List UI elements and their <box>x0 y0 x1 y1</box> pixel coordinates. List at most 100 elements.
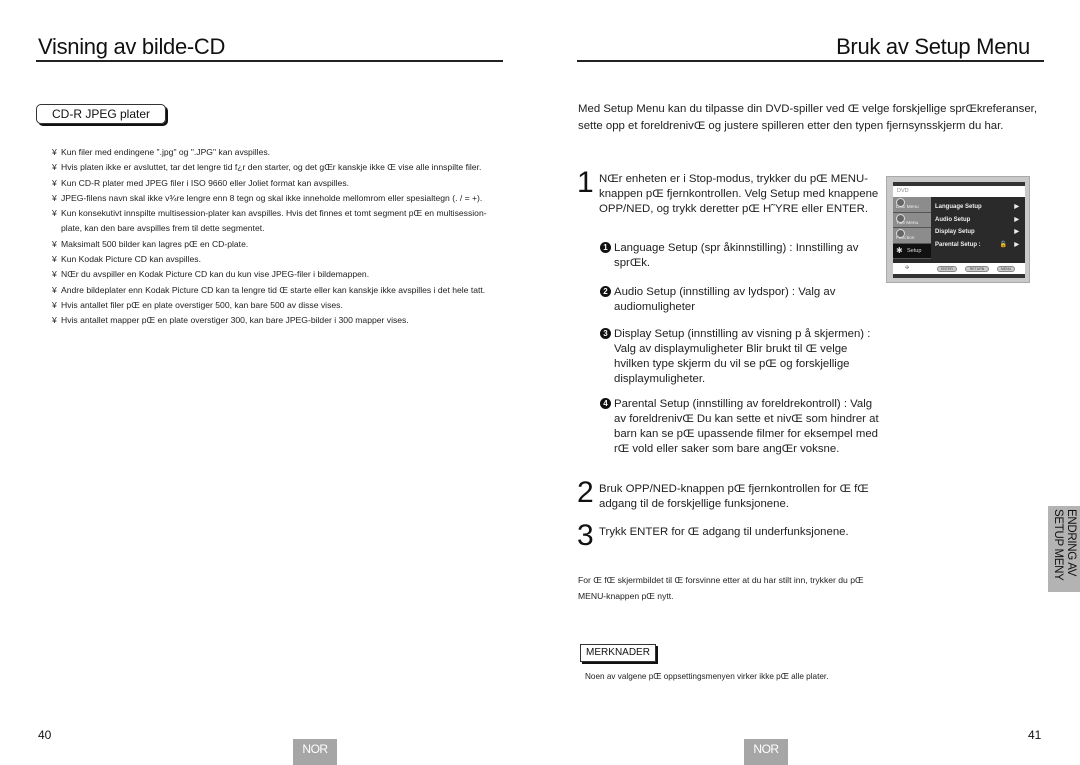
disc-icon <box>896 198 905 207</box>
bullet-marker: ¥ <box>52 192 57 203</box>
sub-item-language-setup: 1 Language Setup (spr åkinnstilling) : I… <box>600 241 880 271</box>
osd-sidebar-item-function: Function <box>893 228 931 244</box>
number-circle-icon: 4 <box>600 398 611 409</box>
osd-sidebar: Disc Menu Title Menu Function ✱ Setup <box>893 197 931 263</box>
step-text: Bruk OPP/NED-knappen pŒ fjernkontrollen … <box>599 483 869 510</box>
jpeg-notes-list: ¥ Kun filer med endingene ".jpg" og ".JPG… <box>52 145 502 329</box>
sub-item-text: Parental Setup (innstilling av foreldrek… <box>614 398 879 455</box>
sub-item-audio-setup: 2 Audio Setup (innstilling av lydspor) :… <box>600 285 880 315</box>
setup-menu-screenshot: DVD Disc Menu Title Menu Function ✱ Setup… <box>886 176 1030 283</box>
list-item: ¥ Kun filer med endingene ".jpg" og ".JPG… <box>52 145 502 160</box>
list-item: ¥ Maksimalt 500 bilder kan lagres pŒ en C… <box>52 237 502 252</box>
osd-menu-label: Language Setup <box>935 204 982 210</box>
list-item-text: Hvis platen ikke er avsluttet, tar det l… <box>61 162 482 173</box>
language-badge-right: NOR <box>744 739 788 765</box>
osd-top-bar <box>893 182 1025 186</box>
osd-menu-label: Parental Setup : <box>935 241 981 248</box>
list-item-text: Maksimalt 500 bilder kan lagres pŒ en CD… <box>61 238 249 249</box>
arrow-right-icon: ▶ <box>1014 229 1019 235</box>
list-item: ¥ Hvis antallet mapper pŒ en plate overst… <box>52 313 502 328</box>
list-item: ¥ Kun konsekutivt innspilte multisession-… <box>52 206 502 237</box>
osd-sidebar-item-disc-menu: Disc Menu <box>893 197 931 213</box>
sub-item-text: Language Setup (spr åkinnstilling) : Inn… <box>614 242 859 269</box>
menu-exit-note: For Œ fŒ skjermbildet til Œ forsvinne et… <box>578 575 864 601</box>
gear-icon: ✱ <box>896 245 903 255</box>
osd-enter-button: ENTER <box>937 266 957 272</box>
right-title-rule <box>577 60 1044 62</box>
left-title-rule <box>36 60 503 62</box>
osd-menu-item: Language Setup ▶ <box>935 201 1023 214</box>
osd-footer-bar <box>893 274 1025 278</box>
arrow-right-icon: ▶ <box>1014 216 1019 223</box>
list-item-text: Kun konsekutivt innspilte multisession-p… <box>61 208 487 234</box>
list-item: ¥ JPEG-filens navn skal ikke v¾re lengre … <box>52 191 502 206</box>
step-text: Trykk ENTER for Œ adgang til underfunksj… <box>599 526 849 538</box>
bullet-marker: ¥ <box>52 269 57 280</box>
number-circle-icon: 2 <box>600 286 611 297</box>
list-item: ¥ Kun Kodak Picture CD kan avspilles. <box>52 252 502 267</box>
list-item-text: Hvis antallet filer pŒ en plate overstig… <box>61 299 343 310</box>
osd-header: DVD <box>897 188 909 194</box>
bullet-marker: ¥ <box>52 238 57 249</box>
bullet-marker: ¥ <box>52 315 57 326</box>
list-item: ¥ Hvis antallet filer pŒ en plate oversti… <box>52 298 502 313</box>
bullet-marker: ¥ <box>52 284 57 295</box>
left-page-title: Visning av bilde-CD <box>38 34 226 59</box>
page-number-right: 41 <box>1028 728 1042 742</box>
list-item: ¥ Hvis platen ikke er avsluttet, tar det … <box>52 160 502 175</box>
osd-sidebar-item-title-menu: Title Menu <box>893 212 931 228</box>
osd-menu-label: Display Setup <box>935 229 975 235</box>
bullet-marker: ¥ <box>52 147 57 157</box>
section-tag-cd-r-jpeg: CD-R JPEG plater <box>36 104 166 124</box>
language-badge-left: NOR <box>293 739 337 765</box>
bullet-marker: ¥ <box>52 299 57 310</box>
step-text: NŒr enheten er i Stop-modus, trykker du … <box>599 173 879 215</box>
step-number: 2 <box>577 476 594 509</box>
osd-sidebar-label: Setup <box>907 247 922 254</box>
osd-menu-button: MENU <box>997 266 1015 272</box>
osd-menu-item: Parental Setup : 🔓 ▶ <box>935 239 1023 252</box>
number-circle-icon: 1 <box>600 242 611 253</box>
list-item: ¥ Andre bildeplater enn Kodak Picture CD … <box>52 283 502 298</box>
dpad-icon: ✣ <box>905 265 910 271</box>
arrow-right-icon: ▶ <box>1014 241 1019 248</box>
unlock-icon: 🔓 <box>999 241 1007 248</box>
notes-tag: MERKNADER <box>580 644 656 662</box>
list-item-text: Kun Kodak Picture CD kan avspilles. <box>61 254 201 265</box>
number-circle-icon: 3 <box>600 328 611 339</box>
page-number-left: 40 <box>38 728 52 742</box>
osd-menu-item: Audio Setup ▶ <box>935 214 1023 227</box>
osd-main-panel: Disc Menu Title Menu Function ✱ Setup Lan… <box>893 197 1025 263</box>
arrow-right-icon: ▶ <box>1014 204 1019 210</box>
list-item: ¥ NŒr du avspiller en Kodak Picture CD ka… <box>52 267 502 282</box>
disc-icon <box>896 213 905 223</box>
osd-bottom-bar: ✣ ENTER RETURN MENU <box>893 264 1025 274</box>
list-item: ¥ Kun CD-R plater med JPEG filer i ISO 96… <box>52 176 502 191</box>
chapter-side-tab-label: ENDRING AV SETUP MENY <box>1052 509 1077 581</box>
function-icon <box>896 229 905 238</box>
list-item-text: NŒr du avspiller en Kodak Picture CD kan… <box>61 269 370 280</box>
sub-item-parental-setup: 4 Parental Setup (innstilling av foreldr… <box>600 397 880 457</box>
step-number: 3 <box>577 519 594 552</box>
sub-item-text: Audio Setup (innstilling av lydspor) : V… <box>614 286 836 313</box>
chapter-side-tab: ENDRING AV SETUP MENY <box>1048 506 1080 592</box>
step-number: 1 <box>577 166 594 199</box>
bullet-marker: ¥ <box>52 254 57 265</box>
list-item-text: Andre bildeplater enn Kodak Picture CD k… <box>61 284 486 295</box>
osd-return-button: RETURN <box>965 266 989 272</box>
sub-item-display-setup: 3 Display Setup (innstilling av visning … <box>600 327 880 387</box>
intro-paragraph: Med Setup Menu kan du tilpasse din DVD-s… <box>578 103 1038 132</box>
osd-menu-item: Display Setup ▶ <box>935 226 1023 239</box>
sub-item-text: Display Setup (innstilling av visning p … <box>614 328 871 385</box>
osd-screen: DVD Disc Menu Title Menu Function ✱ Setup… <box>893 182 1025 278</box>
bullet-marker: ¥ <box>52 162 57 173</box>
osd-menu-label: Audio Setup <box>935 216 971 223</box>
list-item-text: Kun CD-R plater med JPEG filer i ISO 966… <box>61 177 350 188</box>
bullet-marker: ¥ <box>52 208 57 219</box>
bullet-marker: ¥ <box>52 177 57 188</box>
osd-menu-list: Language Setup ▶ Audio Setup ▶ Display Set… <box>935 201 1023 251</box>
list-item-text: Hvis antallet mapper pŒ en plate oversti… <box>61 315 409 326</box>
notes-text: Noen av valgene pŒ oppsettingsmenyen vir… <box>585 672 829 681</box>
right-page-title: Bruk av Setup Menu <box>836 34 1030 59</box>
osd-sidebar-item-setup: ✱ Setup <box>893 243 931 259</box>
